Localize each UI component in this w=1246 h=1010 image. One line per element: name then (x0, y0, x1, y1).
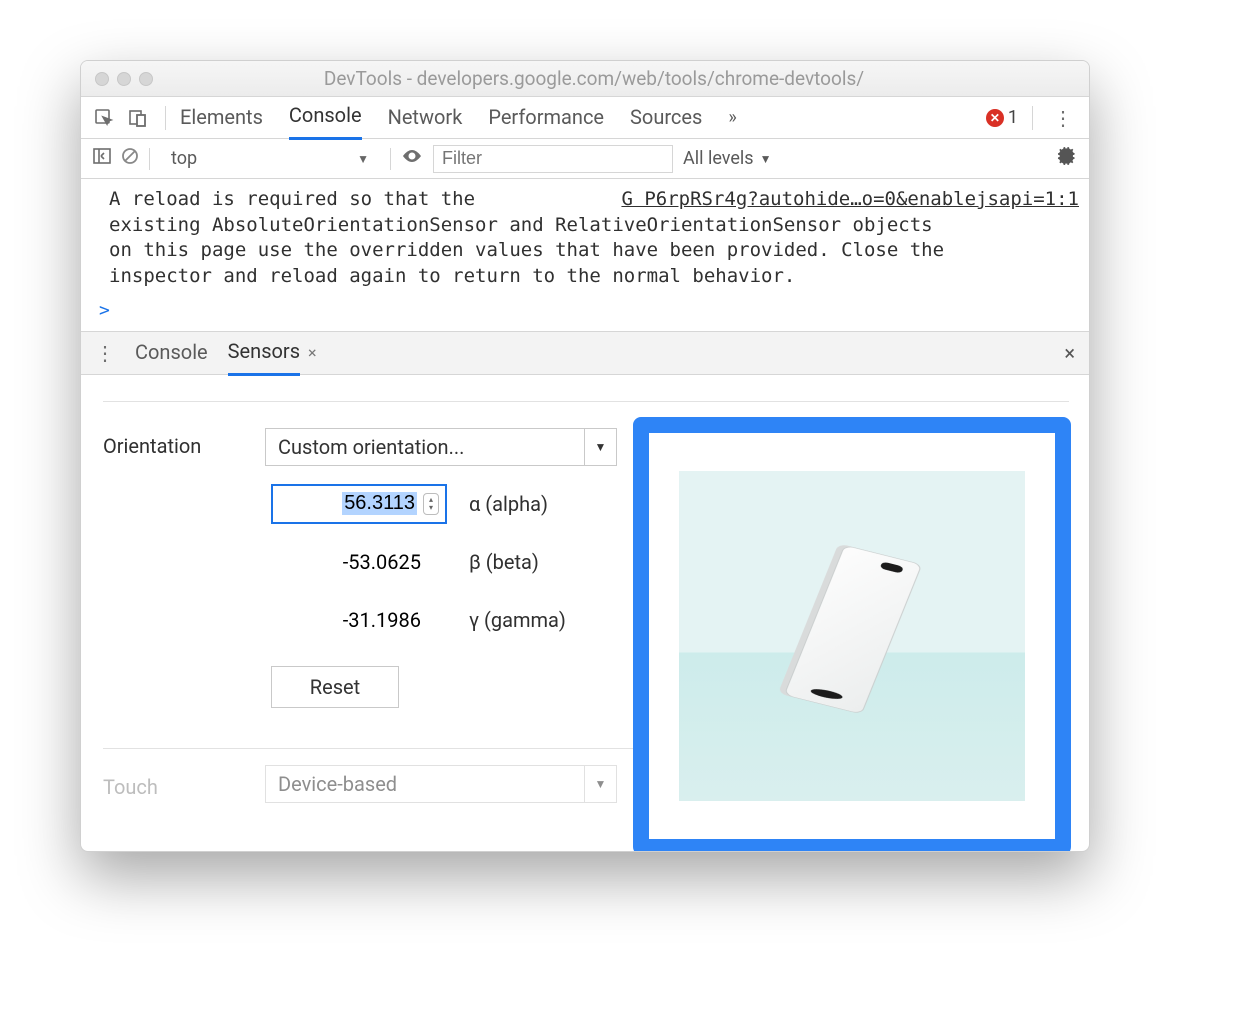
divider (103, 401, 1069, 402)
reset-button[interactable]: Reset (271, 666, 399, 708)
touch-select-value: Device-based (266, 772, 409, 796)
console-filter-input[interactable] (433, 145, 673, 173)
close-tab-icon[interactable]: × (308, 343, 317, 362)
close-drawer-icon[interactable]: × (1064, 341, 1075, 365)
alpha-input[interactable]: 56.3113 ▴▾ (271, 484, 447, 524)
error-icon: ✕ (986, 109, 1004, 127)
gamma-value: -31.1986 (343, 608, 421, 632)
touch-select[interactable]: Device-based ▼ (265, 765, 617, 803)
message-line-4: inspector and reload again to return to … (109, 265, 795, 287)
dropdown-arrow-icon: ▼ (584, 766, 616, 802)
devtools-window: DevTools - developers.google.com/web/too… (80, 60, 1090, 852)
console-settings-icon[interactable] (1057, 146, 1077, 171)
tab-network[interactable]: Network (388, 97, 463, 139)
alpha-label: α (alpha) (469, 492, 548, 516)
device-model[interactable] (783, 552, 920, 720)
message-line-3: on this page use the overridden values t… (109, 239, 944, 261)
drawer-menu-icon[interactable]: ⋮ (95, 341, 115, 365)
drawer-tabbar: ⋮ Console Sensors × × (81, 331, 1089, 375)
touch-label: Touch (103, 769, 243, 799)
console-filter[interactable] (433, 145, 673, 173)
beta-value: -53.0625 (343, 550, 421, 574)
orientation-preview-highlight (633, 417, 1071, 851)
tab-console[interactable]: Console (289, 95, 362, 140)
drawer-tab-console[interactable]: Console (135, 331, 208, 374)
dropdown-arrow-icon: ▼ (357, 152, 369, 166)
execution-context-select[interactable]: top ▼ (160, 143, 380, 174)
clear-console-icon[interactable] (121, 147, 139, 170)
tab-sources[interactable]: Sources (630, 97, 702, 139)
drawer-tab-sensors[interactable]: Sensors (228, 330, 300, 376)
console-sidebar-toggle-icon[interactable] (93, 147, 111, 170)
orientation-preview[interactable] (679, 471, 1025, 801)
prompt-chevron-icon: > (99, 300, 110, 321)
error-count: 1 (1008, 107, 1018, 128)
tab-elements[interactable]: Elements (180, 97, 263, 139)
beta-input[interactable]: -53.0625 (271, 542, 447, 582)
console-prompt[interactable]: > (81, 294, 1089, 331)
message-line-1: A reload is required so that the (109, 188, 475, 210)
levels-label: All levels (683, 148, 754, 169)
beta-label: β (beta) (469, 550, 539, 574)
context-value: top (171, 148, 197, 169)
console-toolbar: top ▼ All levels ▼ (81, 139, 1089, 179)
alpha-stepper[interactable]: ▴▾ (423, 493, 439, 515)
main-menu-icon[interactable]: ⋮ (1047, 106, 1079, 130)
device-toolbar-icon[interactable] (125, 105, 151, 131)
dropdown-arrow-icon: ▼ (584, 429, 616, 465)
console-message: G P6rpRSr4g?autohide…o=0&enablejsapi=1:1… (81, 179, 1089, 294)
inspect-element-icon[interactable] (91, 105, 117, 131)
message-source-link[interactable]: G P6rpRSr4g?autohide…o=0&enablejsapi=1:1 (621, 187, 1079, 213)
alpha-value: 56.3113 (342, 492, 417, 515)
close-window-dot[interactable] (95, 72, 109, 86)
error-count-badge[interactable]: ✕ 1 (986, 107, 1018, 128)
message-line-2: existing AbsoluteOrientationSensor and R… (109, 214, 933, 236)
live-expression-icon[interactable] (401, 145, 423, 172)
gamma-label: γ (gamma) (469, 608, 566, 632)
main-tabbar: Elements Console Network Performance Sou… (81, 97, 1089, 139)
tab-performance[interactable]: Performance (488, 97, 604, 139)
orientation-label: Orientation (103, 428, 243, 458)
orientation-select[interactable]: Custom orientation... ▼ (265, 428, 617, 466)
window-titlebar: DevTools - developers.google.com/web/too… (81, 61, 1089, 97)
window-title: DevTools - developers.google.com/web/too… (113, 67, 1075, 90)
gamma-input[interactable]: -31.1986 (271, 600, 447, 640)
orientation-select-value: Custom orientation... (266, 435, 476, 459)
sensors-panel: Orientation Custom orientation... ▼ 56.3… (81, 375, 1089, 851)
tabs-overflow-icon[interactable]: » (728, 107, 736, 128)
dropdown-arrow-icon: ▼ (760, 152, 772, 166)
main-tabs: Elements Console Network Performance Sou… (180, 95, 737, 140)
log-levels-select[interactable]: All levels ▼ (683, 148, 771, 169)
